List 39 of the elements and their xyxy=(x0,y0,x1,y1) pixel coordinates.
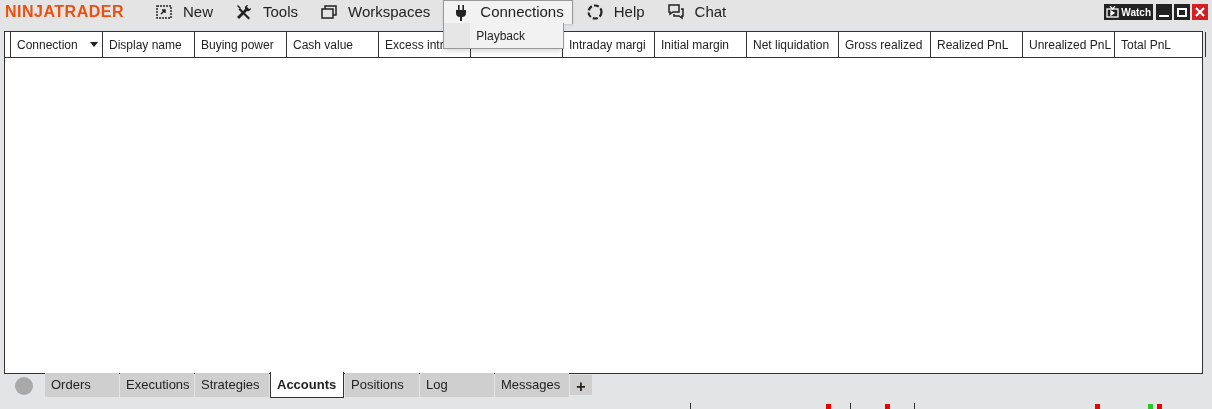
tv-icon xyxy=(1106,6,1120,18)
tab[interactable]: Log xyxy=(420,373,494,397)
column-header[interactable]: Net liquidation xyxy=(746,32,838,57)
column-header[interactable]: Total PnL xyxy=(1114,32,1206,57)
tools-icon xyxy=(235,3,253,21)
close-icon xyxy=(1195,7,1205,17)
tab[interactable]: Executions xyxy=(120,373,194,397)
close-button[interactable] xyxy=(1192,4,1208,20)
column-header[interactable]: Unrealized PnL xyxy=(1022,32,1114,57)
menu-item[interactable]: Connections xyxy=(443,0,573,24)
window-icon xyxy=(155,3,173,21)
column-header[interactable]: Initial margin xyxy=(654,32,746,57)
column-header[interactable]: Gross realized xyxy=(838,32,930,57)
add-tab-button[interactable]: + xyxy=(570,375,592,395)
column-header[interactable]: Realized PnL xyxy=(930,32,1022,57)
column-header[interactable]: Excess intr xyxy=(378,32,470,57)
lifebuoy-icon xyxy=(585,3,604,21)
tab[interactable]: Messages xyxy=(495,373,569,397)
column-header[interactable]: Display name xyxy=(102,32,194,57)
column-header[interactable]: Cash value xyxy=(286,32,378,57)
menu-item[interactable]: Workspaces xyxy=(311,0,440,24)
maximize-button[interactable] xyxy=(1174,4,1190,20)
caret-icon[interactable] xyxy=(90,42,98,47)
tab[interactable]: Accounts xyxy=(270,372,344,398)
tab[interactable]: Strategies xyxy=(195,373,269,397)
menu-item[interactable]: Chat xyxy=(657,0,736,24)
column-header[interactable]: Buying power xyxy=(194,32,286,57)
menu-item[interactable]: Help xyxy=(576,0,654,24)
windows-icon xyxy=(320,3,339,21)
column-header[interactable]: Intraday margi xyxy=(562,32,654,57)
minimize-button[interactable] xyxy=(1156,4,1172,20)
logo: NINJATRADER xyxy=(4,2,125,22)
tab[interactable]: Orders xyxy=(45,373,119,397)
watch-button[interactable]: Watch xyxy=(1104,4,1153,20)
menu-item[interactable]: Tools xyxy=(226,0,308,24)
menu-item[interactable]: New xyxy=(146,0,222,24)
chat-icon xyxy=(666,3,685,21)
column-header[interactable]: Connection xyxy=(10,32,102,57)
tab[interactable]: Positions xyxy=(345,373,419,397)
